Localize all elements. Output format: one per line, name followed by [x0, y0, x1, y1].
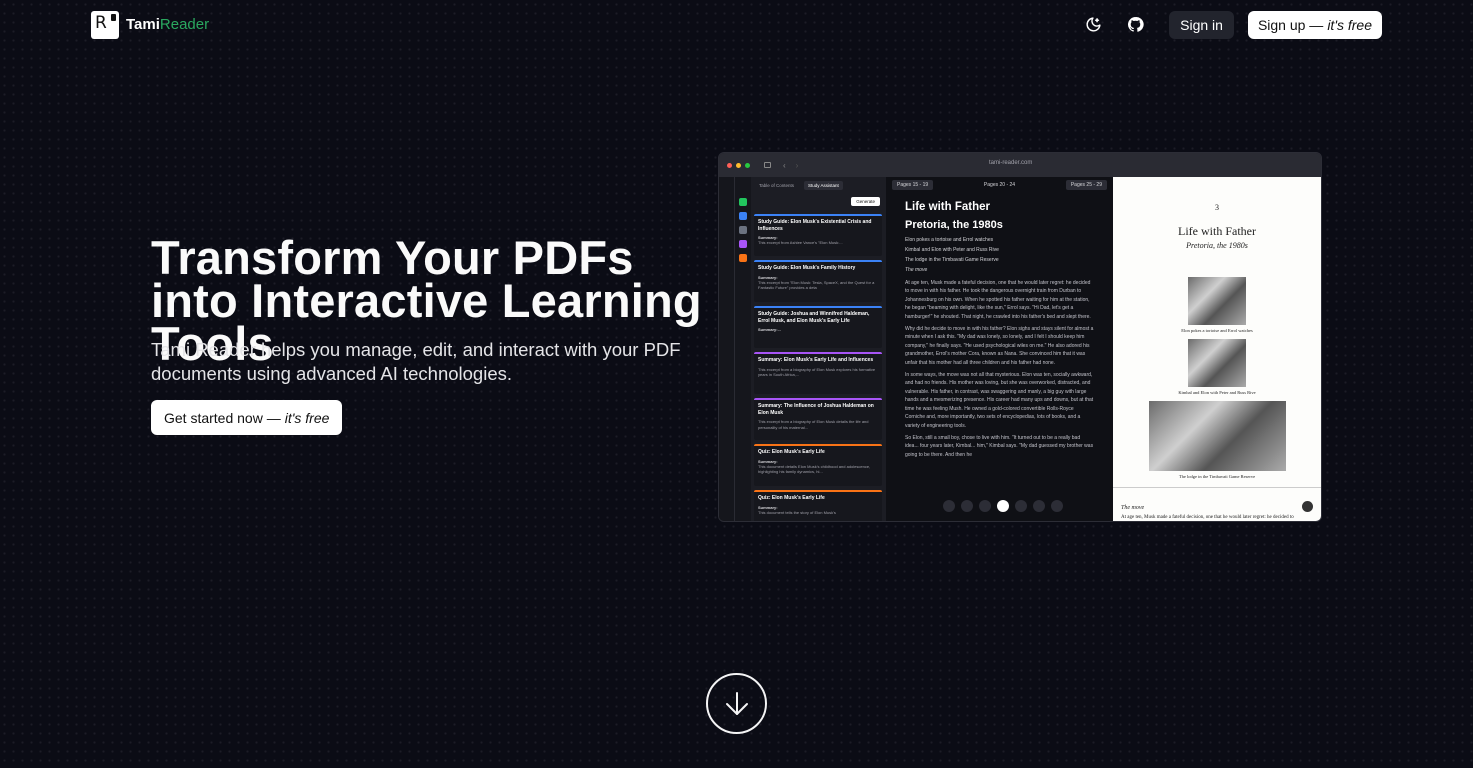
- reader-paragraph: So Elon, still a small boy, chose to liv…: [905, 434, 1094, 458]
- product-screenshot: ‹ › tami-reader.com Table of Contents St…: [718, 152, 1322, 522]
- reader-line: The lodge in the Timbavati Game Reserve: [905, 257, 999, 263]
- reader-paragraph: In some ways, the move was not all that …: [905, 372, 1094, 429]
- current-pages-label: Pages 20 - 24: [983, 182, 1016, 188]
- top-navigation: R TamiReader Sign in Sign up — it's free: [91, 10, 1382, 39]
- text-reader-pane: Pages 15 - 19 Pages 20 - 24 Pages 25 - 2…: [886, 177, 1113, 521]
- pdf-page: 3 Life with Father Pretoria, the 1980s E…: [1113, 177, 1321, 521]
- photo-caption: Kimbal and Elon with Peter and Russ Rive: [1178, 390, 1256, 395]
- page-subtitle: Pretoria, the 1980s: [1186, 241, 1248, 250]
- url-bar: tami-reader.com: [989, 160, 1033, 166]
- back-icon: ‹: [783, 160, 786, 170]
- moon-icon[interactable]: [1079, 11, 1107, 39]
- signin-button[interactable]: Sign in: [1169, 10, 1234, 39]
- github-icon[interactable]: [1121, 11, 1149, 39]
- forward-step-icon: [1015, 500, 1027, 512]
- study-card-title: Study Guide: Elon Musk's Existential Cri…: [758, 219, 872, 232]
- page-action-icon: [1302, 501, 1313, 512]
- playback-controls: [928, 499, 1078, 513]
- study-card: Summary: The Influence of Joshua Haldema…: [754, 398, 882, 440]
- study-card-text: This excerpt from a biography of Elon Mu…: [758, 366, 876, 378]
- study-card-title: Study Guide: Joshua and Winnifred Haldem…: [758, 311, 870, 324]
- study-card-title: Summary: The Influence of Joshua Haldema…: [758, 403, 874, 416]
- study-card-text: This excerpt from a biography of Elon Mu…: [758, 419, 869, 430]
- previous-icon: [961, 500, 973, 512]
- study-card-text: This excerpt from "Elon Musk: Tesla, Spa…: [758, 279, 875, 291]
- photo-caption: Elon pokes a tortoise and Errol watches: [1181, 328, 1253, 333]
- rewind-icon: [943, 500, 955, 512]
- reader-subheading: Pretoria, the 1980s: [905, 219, 1003, 231]
- reader-line: The move: [905, 267, 928, 273]
- logo-letter: R: [95, 12, 107, 33]
- study-card: Quiz: Elon Musk's Early Life Summary: This…: [754, 444, 882, 486]
- scroll-down-button[interactable]: [706, 673, 767, 734]
- minimize-dot-icon: [736, 162, 741, 168]
- study-card: Summary: Elon Musk's Early Life and Infl…: [754, 352, 882, 394]
- brand-name: TamiReader: [126, 16, 210, 33]
- close-dot-icon: [727, 162, 732, 168]
- reader-line: Elon pokes a tortoise and Errol watches: [905, 237, 994, 243]
- tab-study-assistant: Study Assistant: [804, 180, 843, 190]
- hero-subtitle: Tami Reader helps you manage, edit, and …: [151, 339, 681, 384]
- study-card-title: Study Guide: Elon Musk's Family History: [758, 265, 856, 271]
- study-card: Quiz: Elon Musk's Early Life Summary: This…: [754, 490, 882, 521]
- browser-toolbar: ‹ › tami-reader.com: [719, 153, 1321, 177]
- tool-rail: [735, 177, 751, 521]
- reader-paragraph: Why did he decide to move in with his fa…: [905, 326, 1094, 366]
- logo-mark: R: [91, 10, 119, 39]
- play-icon: [997, 500, 1009, 512]
- sidebar-toggle-icon: [764, 162, 771, 168]
- photo-lodge: [1149, 401, 1286, 471]
- arrow-down-icon: [725, 691, 748, 715]
- study-card-summary-label: Summary:...: [758, 327, 781, 332]
- study-card: Study Guide: Elon Musk's Family History S…: [754, 260, 882, 302]
- forward-icon: ›: [795, 160, 799, 170]
- next-pages-button: Pages 25 - 29: [1065, 180, 1107, 190]
- page-text: At age ten, Musk made a fateful decision…: [1121, 515, 1294, 520]
- photo-brothers: [1188, 339, 1246, 387]
- reader-line: Kimbal and Elon with Peter and Russ Rive: [905, 247, 999, 253]
- study-card-title: Summary: Elon Musk's Early Life and Infl…: [758, 357, 874, 363]
- study-cards-list: Study Guide: Elon Musk's Existential Cri…: [754, 214, 882, 521]
- next-icon: [1033, 500, 1045, 512]
- prev-pages-button: Pages 15 - 19: [892, 180, 934, 190]
- reader-heading: Life with Father: [905, 201, 990, 213]
- study-card: Study Guide: Elon Musk's Existential Cri…: [754, 214, 882, 256]
- reader-paragraph: At age ten, Musk made a fateful decision…: [905, 280, 1091, 320]
- get-started-button[interactable]: Get started now — it's free: [151, 400, 343, 435]
- page-number: 3: [1215, 203, 1219, 212]
- study-card-title: Quiz: Elon Musk's Early Life: [758, 449, 825, 455]
- back-step-icon: [979, 500, 991, 512]
- tab-table-of-contents: Table of Contents: [759, 182, 795, 188]
- study-assistant-panel: Table of Contents Study Assistant Genera…: [751, 177, 886, 521]
- study-card-text: This document details Elon Musk's childh…: [758, 463, 871, 475]
- photo-caption: The lodge in the Timbavati Game Reserve: [1178, 474, 1256, 479]
- app-rail: [719, 177, 735, 521]
- study-card-title: Quiz: Elon Musk's Early Life: [758, 495, 825, 501]
- study-card: Study Guide: Joshua and Winnifred Haldem…: [754, 306, 882, 348]
- brand-logo[interactable]: R TamiReader: [91, 10, 210, 39]
- study-card-text: This document tells the story of Elon Mu…: [758, 509, 836, 515]
- page-section: The move: [1121, 505, 1145, 511]
- photo-tortoise: [1188, 277, 1246, 325]
- maximize-dot-icon: [745, 162, 750, 168]
- page-title: Life with Father: [1178, 224, 1256, 238]
- signup-button[interactable]: Sign up — it's free: [1247, 10, 1382, 39]
- generate-button: Generate: [851, 197, 880, 206]
- headphones-icon: [1051, 500, 1063, 512]
- study-card-text: This excerpt from Ashlee Vance's "Elon M…: [758, 240, 843, 245]
